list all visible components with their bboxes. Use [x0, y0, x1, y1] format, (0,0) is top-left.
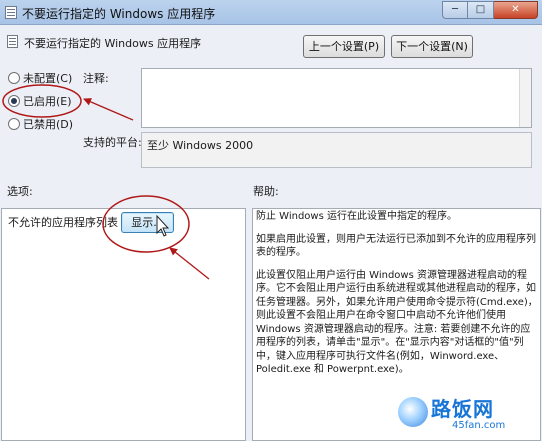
- show-list-button[interactable]: 显示...: [121, 212, 174, 233]
- radio-enabled[interactable]: 已启用(E): [8, 93, 72, 109]
- watermark: 路饭网 45fan.com: [398, 393, 542, 439]
- disallowed-apps-label: 不允许的应用程序列表: [8, 216, 118, 229]
- radio-not-configured-circle[interactable]: [8, 72, 20, 84]
- help-paragraph: 如果启用此设置，则用户无法运行已添加到不允许的应用程序列表的程序。: [256, 233, 536, 259]
- help-paragraph: 防止 Windows 运行在此设置中指定的程序。: [256, 211, 457, 222]
- help-text: 防止 Windows 运行在此设置中指定的程序。 如果启用此设置，则用户无法运行…: [256, 210, 538, 386]
- supported-platform-label: 支持的平台:: [83, 136, 142, 149]
- window-controls: ─ □ ✕: [442, 1, 538, 19]
- supported-platform-field: 至少 Windows 2000: [141, 132, 532, 168]
- watermark-name: 路饭网: [431, 397, 494, 421]
- previous-setting-button[interactable]: 上一个设置(P): [303, 35, 385, 58]
- policy-title: 不要运行指定的 Windows 应用程序: [24, 37, 202, 50]
- minimize-button[interactable]: ─: [442, 1, 468, 19]
- close-button[interactable]: ✕: [494, 1, 538, 19]
- comment-scrollbar[interactable]: [519, 69, 531, 127]
- radio-enabled-label: 已启用(E): [23, 95, 72, 108]
- options-pane: [1, 208, 246, 441]
- supported-platform-value: 至少 Windows 2000: [147, 139, 254, 152]
- radio-disabled[interactable]: 已禁用(D): [8, 116, 73, 132]
- title-bar: 不要运行指定的 Windows 应用程序 ─ □ ✕: [0, 0, 542, 25]
- next-setting-button[interactable]: 下一个设置(N): [391, 35, 473, 58]
- comment-field[interactable]: [141, 68, 532, 128]
- window-title: 不要运行指定的 Windows 应用程序: [22, 7, 216, 21]
- watermark-url: 45fan.com: [452, 420, 506, 431]
- options-section-label: 选项:: [7, 185, 33, 198]
- policy-document-icon: [7, 35, 18, 48]
- radio-not-configured-label: 未配置(C): [23, 72, 73, 85]
- comment-label: 注释:: [83, 72, 109, 85]
- radio-disabled-circle[interactable]: [8, 118, 20, 130]
- radio-enabled-circle[interactable]: [8, 95, 20, 107]
- help-section-label: 帮助:: [253, 185, 279, 198]
- watermark-logo-icon: [398, 397, 428, 427]
- enabled-arrow: [83, 98, 134, 121]
- help-paragraph: 此设置仅阻止用户运行由 Windows 资源管理器进程启动的程序。它不会阻止用户…: [256, 269, 538, 376]
- maximize-button[interactable]: □: [468, 1, 494, 19]
- radio-disabled-label: 已禁用(D): [23, 118, 74, 131]
- radio-not-configured[interactable]: 未配置(C): [8, 70, 72, 86]
- policy-app-icon: [5, 6, 17, 19]
